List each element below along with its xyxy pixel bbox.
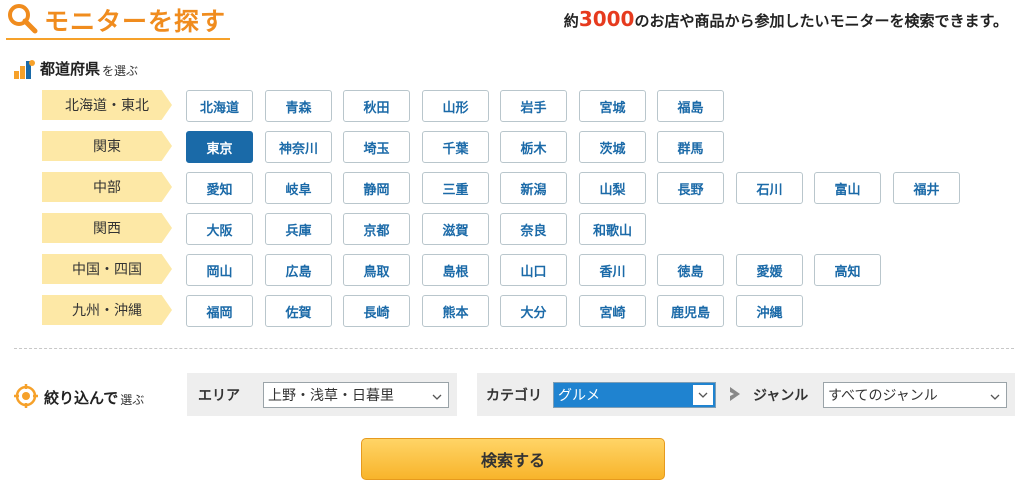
- chevron-down-icon: [693, 384, 713, 405]
- prefecture-button[interactable]: 青森: [265, 90, 332, 122]
- prefecture-button[interactable]: 山形: [422, 90, 489, 122]
- search-button[interactable]: 検索する: [361, 438, 665, 480]
- prefecture-button[interactable]: 沖縄: [736, 295, 803, 327]
- area-select[interactable]: 上野・浅草・日暮里: [263, 381, 449, 408]
- prefecture-button[interactable]: 茨城: [579, 131, 646, 163]
- prefecture-button[interactable]: 香川: [579, 254, 646, 286]
- prefecture-button[interactable]: 愛知: [186, 172, 253, 204]
- prefecture-button[interactable]: 千葉: [422, 131, 489, 163]
- prefecture-button[interactable]: 岐阜: [265, 172, 332, 204]
- prefecture-button[interactable]: 広島: [265, 254, 332, 286]
- prefecture-button[interactable]: 東京: [186, 131, 253, 163]
- monitor-count: 3000: [578, 7, 635, 31]
- prefecture-button[interactable]: 愛媛: [736, 254, 803, 286]
- prefecture-button[interactable]: 鹿児島: [657, 295, 724, 327]
- region-label: 北海道・東北: [42, 90, 172, 120]
- arrow-right-icon: [729, 386, 741, 406]
- prefecture-button[interactable]: 岡山: [186, 254, 253, 286]
- category-label: カテゴリ: [486, 387, 542, 404]
- prefecture-button[interactable]: 福岡: [186, 295, 253, 327]
- map-pin-icon: [14, 59, 36, 79]
- region-label: 九州・沖縄: [42, 295, 172, 325]
- prefecture-button[interactable]: 栃木: [500, 131, 567, 163]
- prefecture-button[interactable]: 宮城: [579, 90, 646, 122]
- prefecture-button[interactable]: 大阪: [186, 213, 253, 245]
- prefecture-button[interactable]: 京都: [343, 213, 410, 245]
- region-label: 関西: [42, 213, 172, 243]
- prefecture-button[interactable]: 高知: [814, 254, 881, 286]
- prefecture-button[interactable]: 兵庫: [265, 213, 332, 245]
- prefecture-button[interactable]: 三重: [422, 172, 489, 204]
- prefecture-button[interactable]: 神奈川: [265, 131, 332, 163]
- prefecture-button[interactable]: 大分: [500, 295, 567, 327]
- prefecture-button[interactable]: 鳥取: [343, 254, 410, 286]
- prefecture-button[interactable]: 滋賀: [422, 213, 489, 245]
- prefecture-button[interactable]: 福島: [657, 90, 724, 122]
- region-label: 関東: [42, 131, 172, 161]
- prefecture-button[interactable]: 山梨: [579, 172, 646, 204]
- prefecture-button[interactable]: 石川: [736, 172, 803, 204]
- prefecture-heading: 都道府県 を選ぶ: [14, 58, 138, 79]
- genre-label: ジャンル: [753, 387, 809, 404]
- chevron-down-icon: [432, 390, 442, 400]
- prefecture-button[interactable]: 島根: [422, 254, 489, 286]
- prefecture-button[interactable]: 埼玉: [343, 131, 410, 163]
- prefecture-button[interactable]: 富山: [814, 172, 881, 204]
- prefecture-button[interactable]: 長崎: [343, 295, 410, 327]
- category-select[interactable]: グルメ: [553, 381, 716, 408]
- region-label: 中部: [42, 172, 172, 202]
- prefecture-button[interactable]: 岩手: [500, 90, 567, 122]
- prefecture-button[interactable]: 奈良: [500, 213, 567, 245]
- category-filter: カテゴリ グルメ ジャンル すべてのジャンル: [477, 373, 1015, 416]
- page-title: モニターを探す: [44, 7, 227, 36]
- prefecture-button[interactable]: 山口: [500, 254, 567, 286]
- prefecture-button[interactable]: 宮崎: [579, 295, 646, 327]
- prefecture-button[interactable]: 静岡: [343, 172, 410, 204]
- area-filter: エリア 上野・浅草・日暮里: [187, 373, 457, 416]
- filter-heading: 絞り込んで 選ぶ: [14, 384, 144, 408]
- prefecture-button[interactable]: 和歌山: [579, 213, 646, 245]
- region-label: 中国・四国: [42, 254, 172, 284]
- prefecture-button[interactable]: 北海道: [186, 90, 253, 122]
- tagline: 約3000のお店や商品から参加したいモニターを検索できます。: [563, 7, 1008, 31]
- prefecture-button[interactable]: 佐賀: [265, 295, 332, 327]
- target-icon: [14, 384, 38, 408]
- prefecture-button[interactable]: 熊本: [422, 295, 489, 327]
- genre-select[interactable]: すべてのジャンル: [823, 381, 1007, 408]
- prefecture-button[interactable]: 群馬: [657, 131, 724, 163]
- page-header: モニターを探す 約3000のお店や商品から参加したいモニターを検索できます。: [0, 0, 1024, 44]
- prefecture-button[interactable]: 福井: [893, 172, 960, 204]
- title-block: モニターを探す: [6, 2, 230, 40]
- prefecture-button[interactable]: 新潟: [500, 172, 567, 204]
- prefecture-button[interactable]: 秋田: [343, 90, 410, 122]
- prefecture-button[interactable]: 長野: [657, 172, 724, 204]
- search-icon: [6, 2, 44, 38]
- prefecture-button[interactable]: 徳島: [657, 254, 724, 286]
- area-label: エリア: [198, 387, 240, 404]
- chevron-down-icon: [990, 390, 1000, 400]
- section-divider: [14, 348, 1014, 349]
